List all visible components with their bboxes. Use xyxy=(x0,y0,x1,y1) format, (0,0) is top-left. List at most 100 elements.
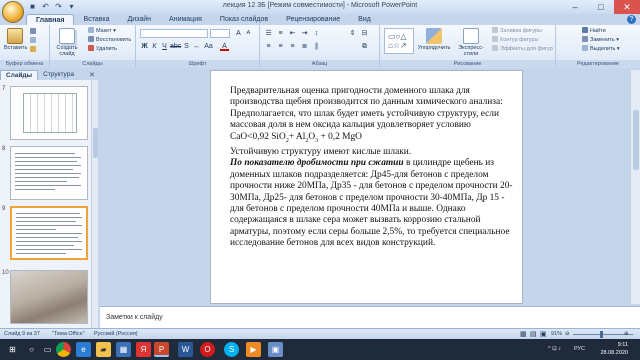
tray-icons[interactable]: ^ ⊡ ♪ xyxy=(548,339,561,360)
bullets-icon[interactable]: ☰ xyxy=(264,29,273,38)
delete-icon xyxy=(88,45,94,51)
increase-indent-icon[interactable]: ⇥ xyxy=(300,29,309,38)
copy-button[interactable] xyxy=(30,37,38,46)
create-slide-button[interactable]: Создать слайд xyxy=(54,28,80,57)
office-button[interactable] xyxy=(2,1,24,23)
bold-icon[interactable]: Ж xyxy=(140,42,149,51)
tab-outline-pane[interactable]: Структура xyxy=(38,70,79,80)
redo-icon[interactable]: ↷ xyxy=(54,2,63,11)
group-paragraph: ☰ ≡ ⇤ ⇥ ↕ ⇕ ⊟ ≡ ≡ ≡ ≣ ∥ ⧉ Абзац xyxy=(260,25,380,68)
quick-styles-button[interactable]: Экспресс-стили xyxy=(454,28,488,57)
reset-button[interactable]: Восстановить xyxy=(88,36,131,45)
shape-fill-button[interactable]: Заливка фигуры xyxy=(492,27,542,36)
opera-icon[interactable]: O xyxy=(200,342,215,357)
slide-thumbnails-pane: 7 8 9 10 xyxy=(0,80,98,328)
editor-scrollbar[interactable] xyxy=(630,70,640,304)
media-player-icon[interactable]: ▶ xyxy=(246,342,261,357)
brush-icon xyxy=(30,46,36,52)
minimize-button[interactable]: – xyxy=(562,0,588,14)
align-left-icon[interactable]: ≡ xyxy=(264,42,273,51)
columns-icon[interactable]: ∥ xyxy=(312,42,321,51)
start-icon[interactable]: ⊞ xyxy=(5,342,20,357)
slide-text-box[interactable]: Предварительная оценка пригодности домен… xyxy=(230,86,514,250)
arrange-button[interactable]: Упорядочить xyxy=(416,28,452,51)
maximize-button[interactable]: □ xyxy=(588,0,614,14)
zoom-knob[interactable] xyxy=(600,331,603,338)
align-right-icon[interactable]: ≡ xyxy=(288,42,297,51)
group-drawing: ▭○△ ⌂☆↗ Упорядочить Экспресс-стили Заливк… xyxy=(380,25,556,68)
grow-font-icon[interactable]: A xyxy=(234,29,243,38)
undo-icon[interactable]: ↶ xyxy=(41,2,50,11)
current-slide[interactable]: Предварительная оценка пригодности домен… xyxy=(210,70,523,304)
status-bar: Слайд 9 из 37 "Тема Office" Русский (Рос… xyxy=(0,328,640,339)
save-icon[interactable]: ■ xyxy=(28,2,37,11)
edge-icon[interactable]: e xyxy=(76,342,91,357)
align-text-icon[interactable]: ⊟ xyxy=(360,29,369,38)
font-color-icon[interactable]: A xyxy=(220,42,229,51)
slide-thumbnail-7[interactable] xyxy=(10,86,88,140)
replace-button[interactable]: Заменить ▾ xyxy=(582,36,619,45)
task-view-icon[interactable]: ▭ xyxy=(40,342,55,357)
skype-icon[interactable]: S xyxy=(224,342,239,357)
yandex-icon[interactable]: Я xyxy=(136,342,151,357)
shape-effects-button[interactable]: Эффекты для фигур xyxy=(492,45,553,54)
app-icon[interactable]: ▣ xyxy=(268,342,283,357)
tab-view[interactable]: Вид xyxy=(349,14,380,25)
line-spacing-icon[interactable]: ↕ xyxy=(312,29,321,38)
slide-thumbnail-8[interactable] xyxy=(10,146,88,200)
thumb-number: 8 xyxy=(2,146,6,152)
format-painter-button[interactable] xyxy=(30,46,38,55)
align-center-icon[interactable]: ≡ xyxy=(276,42,285,51)
store-icon[interactable]: ▦ xyxy=(116,342,131,357)
notes-pane[interactable]: Заметки к слайду xyxy=(100,306,640,328)
italic-icon[interactable]: К xyxy=(150,42,159,51)
tab-slides-pane[interactable]: Слайды xyxy=(0,70,39,80)
cut-button[interactable] xyxy=(30,28,38,37)
layout-button[interactable]: Макет ▾ xyxy=(88,27,116,36)
smartart-icon[interactable]: ⧉ xyxy=(360,42,369,51)
select-button[interactable]: Выделить ▾ xyxy=(582,45,620,54)
chrome-icon[interactable] xyxy=(56,342,71,357)
input-language[interactable]: РУС xyxy=(574,339,585,360)
delete-slide-button[interactable]: Удалить xyxy=(88,45,117,54)
shapes-gallery[interactable]: ▭○△ ⌂☆↗ xyxy=(384,28,414,54)
customize-qat-icon[interactable]: ▾ xyxy=(67,2,76,11)
tab-animation[interactable]: Анимация xyxy=(160,14,211,25)
shape-outline-button[interactable]: Контур фигуры xyxy=(492,36,538,45)
window-title: лекция 12 3Б [Режим совместимости] - Mic… xyxy=(222,2,418,9)
search-icon[interactable]: ○ xyxy=(24,342,39,357)
tab-insert[interactable]: Вставка xyxy=(74,14,118,25)
close-pane-icon[interactable]: ✕ xyxy=(89,71,95,79)
change-case-icon[interactable]: Aa xyxy=(204,42,213,51)
numbering-icon[interactable]: ≡ xyxy=(276,29,285,38)
effects-icon xyxy=(492,45,498,51)
word-icon[interactable]: W xyxy=(178,342,193,357)
slide-thumbnail-10[interactable] xyxy=(10,270,88,324)
tab-review[interactable]: Рецензирование xyxy=(277,14,349,25)
close-button[interactable]: ✕ xyxy=(614,0,640,14)
shrink-font-icon[interactable]: A xyxy=(244,29,253,38)
powerpoint-icon[interactable]: P xyxy=(154,342,169,357)
paragraph-crushability: По показателю дробимости при сжатии в ци… xyxy=(230,158,513,249)
decrease-indent-icon[interactable]: ⇤ xyxy=(288,29,297,38)
underline-icon[interactable]: Ч xyxy=(160,42,169,51)
justify-icon[interactable]: ≣ xyxy=(300,42,309,51)
slide-thumbnail-9[interactable] xyxy=(10,206,88,260)
tab-home[interactable]: Главная xyxy=(26,14,75,25)
tab-slideshow[interactable]: Показ слайдов xyxy=(211,14,277,25)
font-size-field[interactable] xyxy=(210,29,230,38)
text-direction-icon[interactable]: ⇕ xyxy=(348,29,357,38)
find-button[interactable]: Найти xyxy=(582,27,606,36)
explorer-icon[interactable]: ▰ xyxy=(96,342,111,357)
shadow-icon[interactable]: S xyxy=(182,42,191,51)
spacing-icon[interactable]: ↔ xyxy=(192,42,201,51)
group-font: A A Ж К Ч abc S ↔ Aa A Шрифт xyxy=(136,25,260,68)
strikethrough-icon[interactable]: abc xyxy=(170,42,181,51)
thumbnails-scrollbar[interactable] xyxy=(91,80,98,328)
clock[interactable]: 9:11 28.08.2020 xyxy=(600,341,628,357)
help-icon[interactable]: ? xyxy=(627,15,636,24)
font-name-field[interactable] xyxy=(140,29,208,38)
ribbon: Вставить Буфер обмена Создать слайд Маке… xyxy=(0,25,640,68)
paste-button[interactable]: Вставить xyxy=(4,28,27,51)
tab-design[interactable]: Дизайн xyxy=(119,14,161,25)
